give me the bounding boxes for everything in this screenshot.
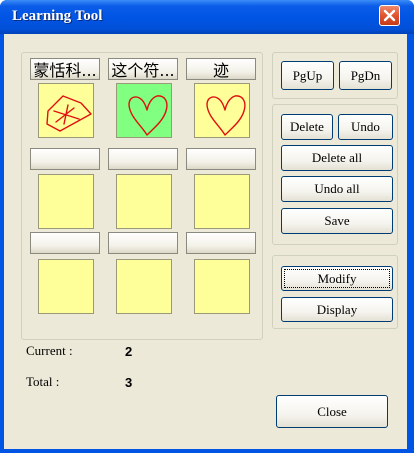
learning-tool-window: Learning Tool 蒙恬科... 这个符... 迹 PgUp PgDn De… xyxy=(0,0,414,453)
total-label: Total : xyxy=(26,374,60,389)
window-title: Learning Tool xyxy=(12,8,103,24)
current-value: 2 xyxy=(125,344,133,359)
save-button[interactable]: Save xyxy=(281,208,393,234)
delete-all-button[interactable]: Delete all xyxy=(281,145,393,171)
close-icon xyxy=(383,9,396,22)
client-area: 蒙恬科... 这个符... 迹 PgUp PgDn Delete Undo Dele… xyxy=(4,34,407,449)
character-tile[interactable] xyxy=(116,259,172,314)
title-bar[interactable]: Learning Tool xyxy=(0,0,414,34)
pgup-button[interactable]: PgUp xyxy=(281,61,334,90)
character-button[interactable]: 这个符... xyxy=(108,58,178,80)
character-tile[interactable] xyxy=(116,83,172,138)
handwriting-stroke xyxy=(46,95,92,132)
undo-button[interactable]: Undo xyxy=(338,114,393,140)
handwriting-stroke xyxy=(128,95,168,136)
character-tile[interactable] xyxy=(194,174,250,229)
character-tile[interactable] xyxy=(38,83,94,138)
character-button[interactable] xyxy=(30,232,100,254)
character-tile[interactable] xyxy=(194,83,250,138)
character-tile[interactable] xyxy=(116,174,172,229)
current-label: Current : xyxy=(26,343,73,358)
character-tile[interactable] xyxy=(38,174,94,229)
character-button[interactable] xyxy=(108,232,178,254)
pgdn-button[interactable]: PgDn xyxy=(339,61,392,90)
close-button[interactable]: Close xyxy=(276,395,388,428)
character-tile[interactable] xyxy=(38,259,94,314)
character-tile[interactable] xyxy=(194,259,250,314)
character-button[interactable]: 蒙恬科... xyxy=(30,58,100,80)
window-close-button[interactable] xyxy=(379,5,400,26)
handwriting-stroke xyxy=(206,95,246,136)
total-value: 3 xyxy=(125,375,133,390)
character-button[interactable]: 迹 xyxy=(186,58,256,80)
character-button[interactable] xyxy=(186,232,256,254)
character-button[interactable] xyxy=(108,148,178,170)
undo-all-button[interactable]: Undo all xyxy=(281,176,393,202)
character-button[interactable] xyxy=(186,148,256,170)
delete-button[interactable]: Delete xyxy=(281,114,333,140)
display-button[interactable]: Display xyxy=(281,297,393,322)
character-button[interactable] xyxy=(30,148,100,170)
modify-button[interactable]: Modify xyxy=(281,266,393,291)
